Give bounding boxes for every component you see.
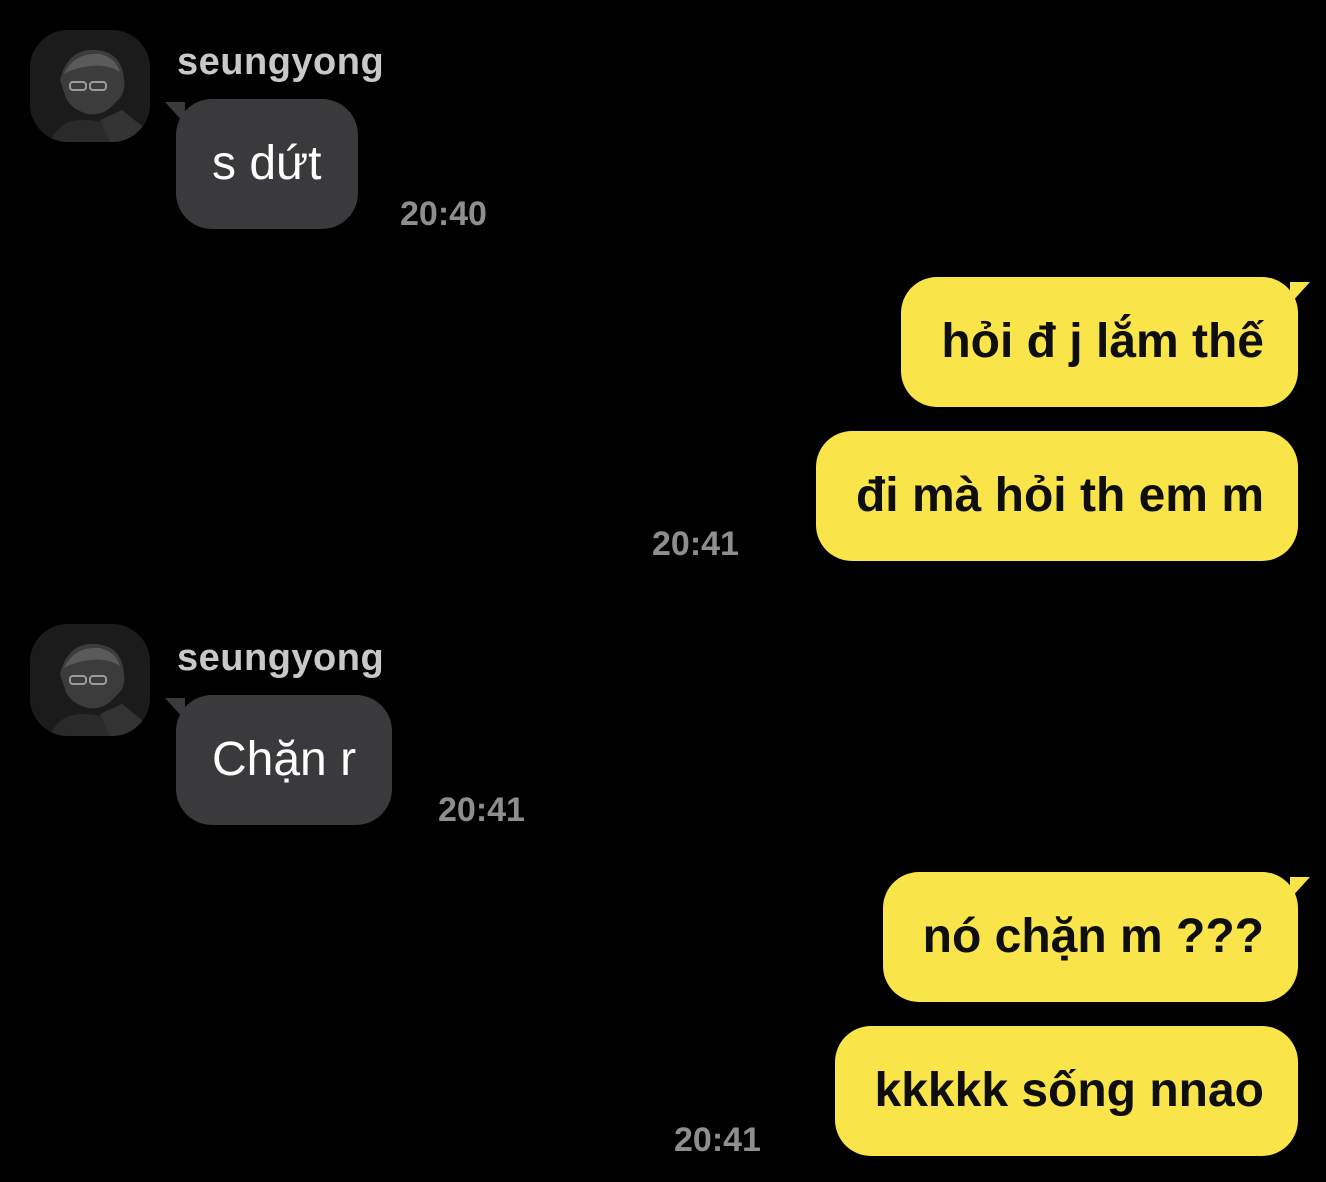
message-timestamp: 20:41 [652,525,739,563]
incoming-message-bubble[interactable]: Chặn r [176,695,393,825]
outgoing-message-bubble[interactable]: hỏi đ j lắm thế [901,277,1298,407]
message-timestamp: 20:41 [674,1121,761,1159]
outgoing-message-bubble[interactable]: kkkkk sống nnao [834,1026,1298,1156]
sender-avatar[interactable] [30,624,150,736]
message-timestamp: 20:40 [400,195,487,233]
message-timestamp: 20:41 [438,791,525,829]
bubble-tail [1290,877,1310,899]
bubble-tail [1290,282,1310,304]
avatar-photo-icon [30,624,150,736]
outgoing-message-bubble[interactable]: đi mà hỏi th em m [815,431,1298,561]
sender-name: seungyong [177,41,385,83]
outgoing-message-bubble[interactable]: nó chặn m ??? [882,872,1298,1002]
avatar-photo-icon [30,30,150,142]
sender-avatar[interactable] [30,30,150,142]
incoming-message-bubble[interactable]: s dứt [176,99,358,229]
sender-name: seungyong [177,637,385,679]
